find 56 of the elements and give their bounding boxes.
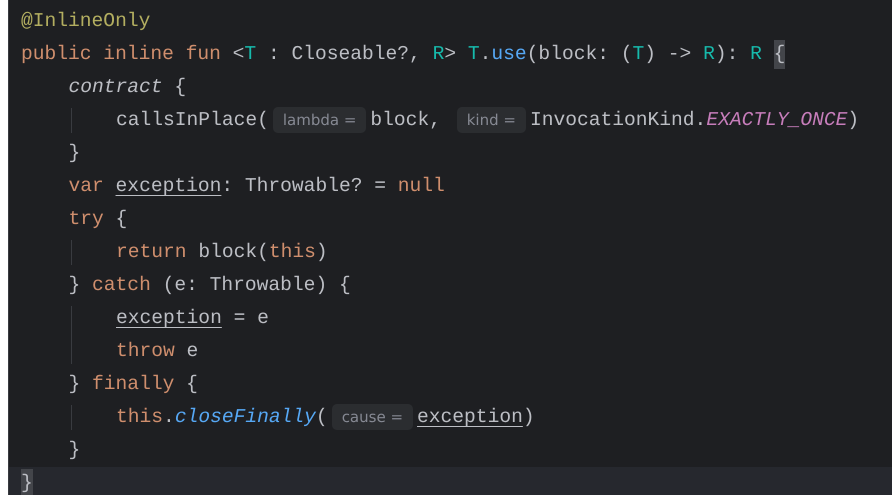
parameter-hint: kind = bbox=[456, 107, 526, 134]
variable-name: exception bbox=[417, 404, 523, 430]
code-keyword: catch bbox=[92, 272, 151, 298]
code-keyword: finally bbox=[92, 372, 174, 397]
variable-name: exception bbox=[116, 174, 222, 199]
code-text: : Closeable?, bbox=[266, 42, 422, 67]
code-keyword: throw bbox=[116, 338, 175, 364]
code-text: = e bbox=[232, 306, 269, 331]
matched-brace: } bbox=[21, 468, 33, 495]
code-text: . bbox=[480, 42, 492, 67]
code-text: (e: Throwable) { bbox=[162, 272, 351, 298]
code-text: } bbox=[68, 372, 82, 397]
code-text: } bbox=[68, 272, 82, 298]
code-text: ) -> bbox=[644, 42, 692, 67]
code-text: block( bbox=[197, 240, 269, 265]
code-keyword: this bbox=[116, 404, 164, 430]
code-text: { bbox=[114, 206, 128, 232]
type-parameter: R bbox=[703, 42, 715, 67]
code-keyword: public inline fun bbox=[21, 42, 222, 67]
parameter-hint: lambda = bbox=[272, 107, 366, 134]
function-name: use bbox=[491, 42, 527, 67]
code-text: } bbox=[68, 140, 80, 166]
code-text: (block: ( bbox=[526, 42, 632, 67]
type-parameter: T bbox=[468, 42, 480, 67]
type-parameter: T bbox=[244, 42, 256, 67]
function-call: closeFinally bbox=[174, 404, 316, 430]
code-text: ) bbox=[316, 240, 328, 265]
code-text: block, bbox=[370, 108, 442, 133]
code-text: ) bbox=[847, 108, 860, 133]
code-text: > bbox=[444, 42, 458, 67]
code-text: ): bbox=[714, 42, 740, 67]
code-text: : Throwable? = bbox=[221, 174, 387, 199]
function-call: contract bbox=[68, 74, 163, 100]
type-parameter: T bbox=[632, 42, 644, 67]
code-keyword: var bbox=[68, 174, 105, 199]
code-keyword: this bbox=[268, 240, 316, 265]
code-text: ) bbox=[522, 404, 535, 430]
code-text: . bbox=[163, 404, 175, 430]
code-keyword: null bbox=[398, 174, 445, 199]
type-parameter: R bbox=[432, 42, 444, 67]
code-keyword: return bbox=[116, 240, 187, 265]
code-text: callsInPlace( bbox=[116, 108, 269, 133]
matched-brace: { bbox=[774, 40, 786, 70]
code-text: InvocationKind. bbox=[530, 108, 706, 133]
type-parameter: R bbox=[750, 42, 763, 67]
code-text: e bbox=[186, 338, 198, 364]
code-annotation: @InlineOnly bbox=[21, 8, 150, 34]
code-text: { bbox=[185, 372, 198, 397]
code-text: < bbox=[232, 42, 244, 67]
parameter-hint: cause = bbox=[332, 404, 414, 430]
code-keyword: try bbox=[68, 206, 104, 232]
variable-name: exception bbox=[116, 306, 222, 331]
enum-constant: EXACTLY_ONCE bbox=[706, 108, 848, 133]
code-text: { bbox=[173, 74, 186, 100]
code-text: ( bbox=[316, 404, 328, 430]
code-text: } bbox=[68, 438, 80, 463]
